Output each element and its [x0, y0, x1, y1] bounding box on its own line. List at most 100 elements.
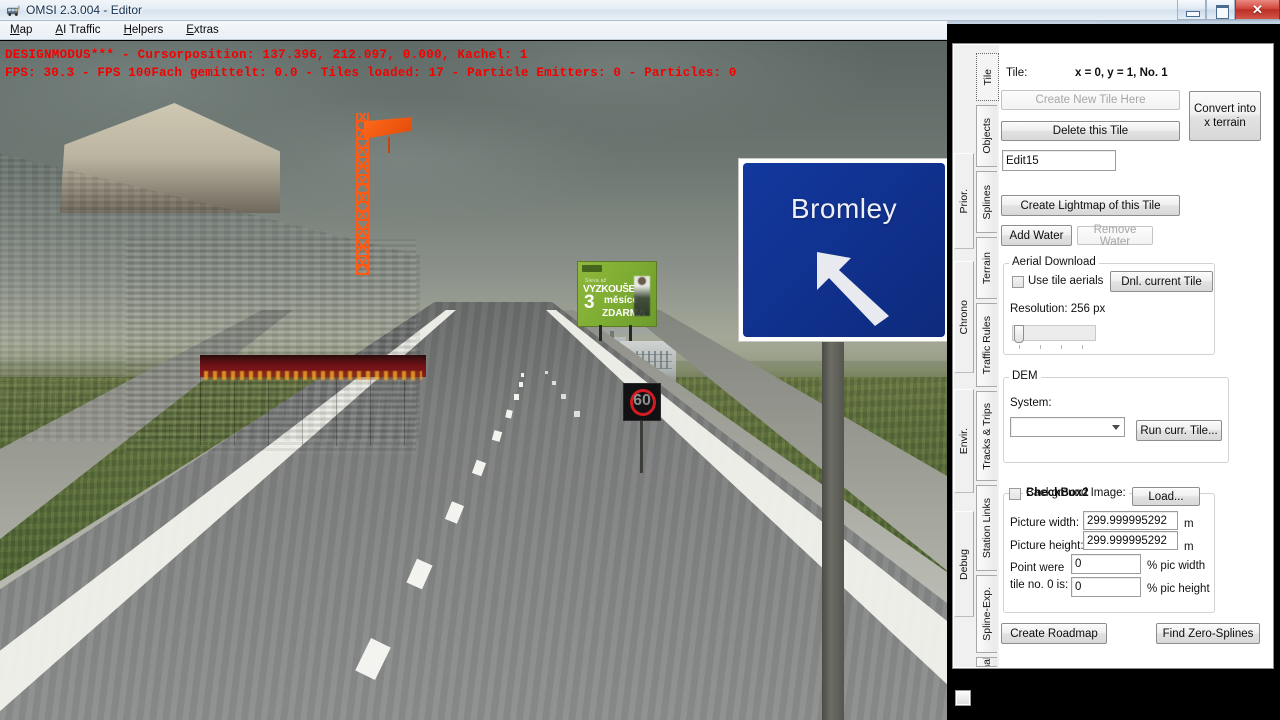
tile-label: Tile: [1006, 67, 1028, 79]
menu-bar: MMapap AI Traffic Helpers Extras [0, 21, 947, 40]
billboard-logo [582, 265, 602, 272]
dem-system-select[interactable] [1010, 417, 1125, 437]
construction-crane-cable [388, 137, 390, 153]
bromley-sign-face: Bromley [743, 163, 945, 337]
lane-dash [514, 394, 519, 400]
slider-tick [1019, 345, 1020, 349]
pct-pic-width-field[interactable]: 0 [1071, 554, 1141, 574]
menu-item-extras[interactable]: Extras [184, 23, 221, 37]
billboard-big-number: 3 [584, 292, 595, 313]
tab-label: Spline-Exp. [981, 587, 993, 641]
tab-label: Traffic Rules [981, 315, 993, 375]
tab-label: Tracks & Trips [981, 402, 993, 470]
tab-traffic-rules[interactable]: Traffic Rules [976, 303, 997, 387]
pct-pic-height-field[interactable]: 0 [1071, 577, 1141, 597]
tab-label: Envir. [958, 427, 970, 455]
resolution-slider[interactable] [1012, 325, 1096, 343]
shop-sign-lights [204, 371, 422, 380]
tab-label: Objects [981, 118, 993, 154]
picture-height-unit: m [1184, 541, 1194, 553]
speed-limit-sign: 60 [623, 383, 661, 421]
create-lightmap-button[interactable]: Create Lightmap of this Tile [1001, 195, 1180, 216]
3d-viewport[interactable]: Sleva až VYZKOUŠET 3 měsíce ZDARMA 60 Br… [0, 41, 947, 720]
tab-chrono[interactable]: Chrono [954, 261, 974, 373]
omsi-editor-window: OMSI 2.3.004 - Editor ✕ MMapap AI Traffi… [0, 0, 1280, 720]
menu-item-ai-traffic[interactable]: AI Traffic [53, 23, 102, 37]
checkbox2-overlap-label: CheckBox2 [1026, 487, 1089, 499]
tab-spline-exp[interactable]: Spline-Exp. [976, 575, 997, 653]
minimize-button[interactable] [1177, 0, 1206, 20]
screen-root: OMSI 2.3.004 - Editor ✕ MMapap AI Traffi… [0, 0, 1280, 720]
lane-dash-secondary [545, 371, 548, 374]
find-zero-splines-button[interactable]: Find Zero-Splines [1156, 623, 1260, 644]
tab-signal-rts[interactable]: Signal Rts [976, 657, 997, 667]
convert-terrain-button[interactable]: Convert into x terrain [1189, 91, 1261, 141]
pct-pic-height-unit: % pic height [1147, 583, 1210, 595]
tile-name-field[interactable]: Edit15 [1002, 150, 1116, 171]
background-image-checkbox[interactable] [1009, 488, 1021, 500]
tab-group-inner: Tile Objects Splines Terrain Traffic Rul… [976, 45, 999, 667]
tab-debug[interactable]: Debug [954, 511, 974, 617]
picture-width-field[interactable]: 299.999995292 [1083, 511, 1178, 530]
tab-label: Terrain [981, 251, 993, 285]
pct-pic-width-unit: % pic width [1147, 560, 1206, 572]
use-tile-aerials-checkbox[interactable] [1012, 276, 1024, 288]
remove-water-button[interactable]: Remove Water [1077, 224, 1153, 248]
lane-dash-secondary [561, 394, 566, 399]
picture-height-field[interactable]: 299.999995292 [1083, 531, 1178, 550]
download-current-tile-button[interactable]: Dnl. current Tile [1110, 271, 1213, 292]
tab-tracks-trips[interactable]: Tracks & Trips [976, 391, 997, 481]
dem-system-label: System: [1010, 397, 1052, 409]
resolution-slider-handle[interactable] [1014, 325, 1024, 343]
tab-group-outer: Prior. Chrono Envir. Debug [954, 45, 976, 667]
speed-sign-pole [640, 421, 643, 473]
bromley-sign-text: Bromley [790, 193, 898, 224]
tab-splines[interactable]: Splines [976, 171, 997, 233]
tab-objects[interactable]: Objects [976, 105, 997, 167]
menu-item-map[interactable]: MMapap [8, 23, 34, 37]
menu-item-helpers[interactable]: Helpers [122, 23, 166, 37]
tab-label: Signal Rts [981, 658, 993, 666]
delete-tile-button[interactable]: Delete this Tile [1001, 121, 1180, 141]
billboard-supports [585, 325, 647, 341]
load-background-button[interactable]: Load... [1132, 487, 1200, 506]
lane-dash-secondary [552, 381, 556, 385]
tab-label: Prior. [958, 188, 970, 214]
tab-label: Tile [981, 68, 994, 86]
billboard-months: měsíce [604, 295, 638, 306]
create-roadmap-button[interactable]: Create Roadmap [1001, 623, 1107, 644]
slider-tick [1061, 345, 1062, 349]
dem-run-current-tile-button[interactable]: Run curr. Tile... [1136, 420, 1222, 441]
point-label-line2: tile no. 0 is: [1010, 579, 1069, 591]
picture-width-label: Picture width: [1010, 517, 1080, 529]
debug-overlay-line-2: FPS: 30.3 - FPS 100Fach gemittelt: 0.0 -… [5, 66, 737, 80]
tile-page: Tile: x = 0, y = 1, No. 1 Create New Til… [999, 45, 1273, 667]
tab-label: Station Links [981, 497, 993, 559]
tab-prior[interactable]: Prior. [954, 153, 974, 249]
create-new-tile-button[interactable]: Create New Tile Here [1001, 90, 1180, 110]
lane-dash-secondary [574, 411, 580, 417]
billboard: Sleva až VYZKOUŠET 3 měsíce ZDARMA [577, 261, 657, 327]
add-water-button[interactable]: Add Water [1001, 225, 1072, 246]
tab-label: Splines [981, 184, 993, 220]
debug-overlay-line-1: DESIGNMODUS*** - Cursorposition: 137.396… [5, 48, 528, 62]
lane-dash [521, 373, 524, 377]
tab-tile[interactable]: Tile [976, 53, 999, 101]
picture-height-label: Picture height: [1010, 540, 1084, 552]
title-bar: OMSI 2.3.004 - Editor ✕ [0, 0, 1280, 21]
tab-terrain[interactable]: Terrain [976, 237, 997, 299]
tab-label: Debug [958, 548, 970, 580]
bromley-road-sign: Bromley [739, 159, 947, 341]
tile-coordinates: x = 0, y = 1, No. 1 [1075, 67, 1168, 79]
maximize-button[interactable] [1206, 0, 1235, 20]
road-sign-pole [822, 337, 844, 720]
restore-small-button[interactable] [955, 690, 971, 706]
close-button[interactable]: ✕ [1235, 0, 1280, 20]
chevron-down-icon [1112, 425, 1120, 430]
resolution-label: Resolution: 256 px [1010, 303, 1106, 315]
speed-limit-value: 60 [633, 392, 651, 409]
tab-station-links[interactable]: Station Links [976, 485, 997, 571]
billboard-person [634, 276, 650, 316]
tab-envir[interactable]: Envir. [954, 389, 974, 493]
panel-frame: Prior. Chrono Envir. Debug Tile Objects … [952, 43, 1274, 669]
